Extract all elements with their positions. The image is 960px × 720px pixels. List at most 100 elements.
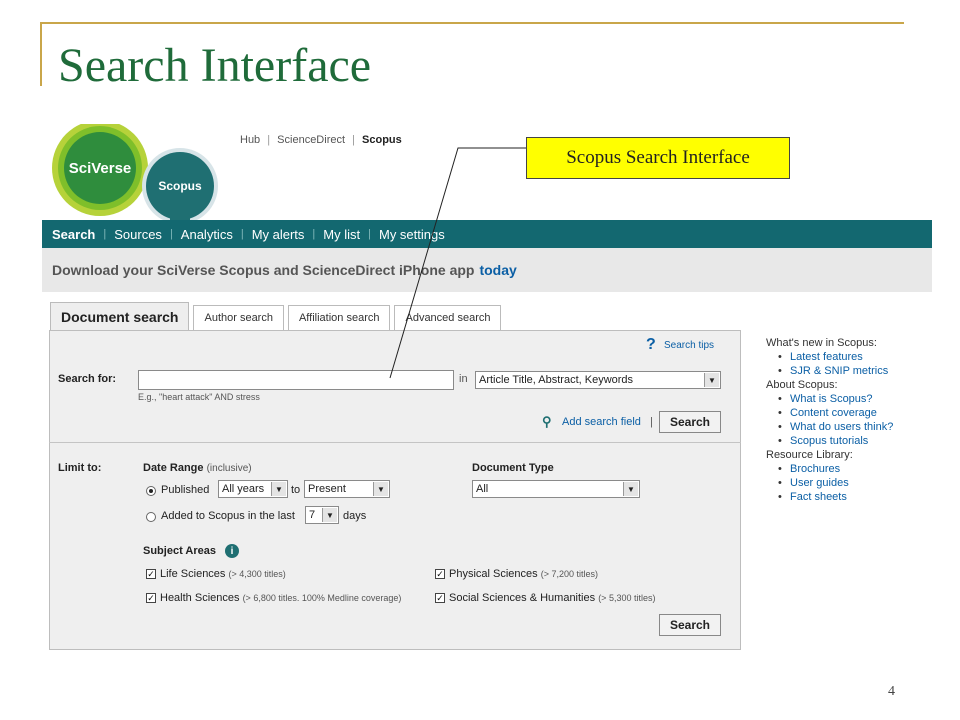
- nav-my-list[interactable]: My list: [323, 227, 360, 242]
- tab-advanced-search[interactable]: Advanced search: [394, 305, 502, 330]
- physical-sciences-label: Physical Sciences (> 7,200 titles): [449, 568, 598, 580]
- nav-search[interactable]: Search: [52, 227, 95, 242]
- slide-frame-top: [40, 22, 904, 24]
- sidebar-link-users-think[interactable]: What do users think?: [766, 420, 930, 434]
- add-search-field-link[interactable]: Add search field: [562, 416, 641, 428]
- sidebar: What's new in Scopus: Latest features SJ…: [766, 336, 930, 504]
- to-label: to: [291, 484, 301, 496]
- sidebar-link-latest-features[interactable]: Latest features: [766, 350, 930, 364]
- tab-affiliation-search[interactable]: Affiliation search: [287, 305, 391, 330]
- nav-separator: |: [312, 228, 316, 240]
- chevron-down-icon: ▼: [271, 482, 286, 496]
- subject-note: (> 5,300 titles): [598, 593, 656, 603]
- sidebar-whats-new-heading: What's new in Scopus:: [766, 337, 877, 349]
- life-sciences-label: Life Sciences (> 4,300 titles): [160, 568, 286, 580]
- search-input[interactable]: [138, 370, 454, 390]
- sidebar-link-sjr-snip[interactable]: SJR & SNIP metrics: [766, 364, 930, 378]
- social-sciences-checkbox[interactable]: ✓: [435, 593, 445, 603]
- sidebar-link-user-guides[interactable]: User guides: [766, 476, 930, 490]
- info-icon[interactable]: i: [225, 544, 239, 558]
- nav-separator: |: [103, 228, 107, 240]
- subject-note: (> 4,300 titles): [228, 569, 286, 579]
- top-link-separator: |: [352, 134, 355, 146]
- search-field-value: Article Title, Abstract, Keywords: [479, 374, 634, 386]
- limit-to-label: Limit to:: [58, 462, 102, 474]
- sciverse-logo[interactable]: SciVerse: [64, 132, 136, 204]
- subject-name: Physical Sciences: [449, 568, 538, 580]
- search-example: E.g., "heart attack" AND stress: [138, 392, 260, 402]
- days-value: 7: [309, 509, 316, 521]
- sidebar-link-what-is-scopus[interactable]: What is Scopus?: [766, 392, 930, 406]
- days-label: days: [343, 510, 367, 522]
- document-type-label: Document Type: [472, 462, 554, 474]
- search-tabs: Document search Author search Affiliatio…: [50, 302, 505, 330]
- to-year-select[interactable]: Present ▼: [304, 480, 390, 498]
- chevron-down-icon: ▼: [322, 508, 337, 522]
- date-range-heading: Date Range (inclusive): [143, 462, 252, 474]
- sidebar-about-heading: About Scopus:: [766, 379, 838, 391]
- chevron-down-icon: ▼: [373, 482, 388, 496]
- date-range-note: (inclusive): [206, 463, 252, 474]
- physical-sciences-checkbox[interactable]: ✓: [435, 569, 445, 579]
- subject-note: (> 6,800 titles. 100% Medline coverage): [242, 593, 402, 603]
- tab-author-search[interactable]: Author search: [193, 305, 284, 330]
- promo-banner: Download your SciVerse Scopus and Scienc…: [42, 248, 932, 292]
- nav-my-settings[interactable]: My settings: [379, 227, 445, 242]
- published-label: Published: [161, 484, 210, 496]
- limits-search-button[interactable]: Search: [659, 614, 721, 636]
- top-links: Hub | ScienceDirect | Scopus: [240, 134, 402, 146]
- slide-title: Search Interface: [58, 39, 372, 92]
- page-number: 4: [888, 684, 895, 699]
- scopus-screenshot: SciVerse Scopus Hub | ScienceDirect | Sc…: [42, 124, 932, 660]
- top-link-separator: |: [267, 134, 271, 146]
- help-icon[interactable]: ?: [646, 336, 656, 354]
- published-radio[interactable]: [146, 486, 156, 496]
- slide-frame-left: [40, 22, 42, 86]
- subject-note: (> 7,200 titles): [540, 569, 598, 579]
- sidebar-link-tutorials[interactable]: Scopus tutorials: [766, 434, 930, 448]
- nav-separator: |: [368, 228, 371, 240]
- top-link-sciencedirect[interactable]: ScienceDirect: [277, 134, 345, 146]
- nav-my-alerts[interactable]: My alerts: [252, 227, 305, 242]
- nav-separator: |: [240, 228, 244, 240]
- subject-name: Life Sciences: [160, 568, 226, 580]
- top-link-scopus[interactable]: Scopus: [362, 134, 402, 146]
- search-button[interactable]: Search: [659, 411, 721, 433]
- nav-analytics[interactable]: Analytics: [181, 227, 233, 242]
- sidebar-link-content-coverage[interactable]: Content coverage: [766, 406, 930, 420]
- promo-text: Download your SciVerse Scopus and Scienc…: [52, 262, 475, 278]
- promo-link[interactable]: today: [479, 262, 516, 278]
- search-tips-link[interactable]: Search tips: [664, 340, 714, 351]
- health-sciences-label: Health Sciences (> 6,800 titles. 100% Me…: [160, 592, 401, 604]
- nav-separator: |: [169, 228, 173, 240]
- search-for-label: Search for:: [58, 373, 117, 385]
- life-sciences-checkbox[interactable]: ✓: [146, 569, 156, 579]
- subject-name: Social Sciences & Humanities: [449, 592, 596, 604]
- to-year-value: Present: [308, 483, 346, 495]
- days-select[interactable]: 7 ▼: [305, 506, 339, 524]
- document-type-select[interactable]: All ▼: [472, 480, 640, 498]
- health-sciences-checkbox[interactable]: ✓: [146, 593, 156, 603]
- in-label: in: [459, 373, 468, 385]
- tab-document-search[interactable]: Document search: [50, 302, 190, 330]
- search-field-select[interactable]: Article Title, Abstract, Keywords ▼: [475, 371, 721, 389]
- document-type-value: All: [476, 483, 489, 495]
- social-sciences-label: Social Sciences & Humanities (> 5,300 ti…: [449, 592, 655, 604]
- sidebar-link-brochures[interactable]: Brochures: [766, 462, 930, 476]
- add-field-separator: |: [650, 416, 653, 428]
- nav-sources[interactable]: Sources: [114, 227, 162, 242]
- top-link-hub[interactable]: Hub: [240, 134, 260, 146]
- subject-areas-label: Subject Areas: [143, 545, 216, 557]
- chevron-down-icon: ▼: [623, 482, 638, 496]
- chevron-down-icon: ▼: [704, 373, 719, 387]
- callout-box: Scopus Search Interface: [526, 137, 790, 179]
- sidebar-link-fact-sheets[interactable]: Fact sheets: [766, 490, 930, 504]
- added-radio[interactable]: [146, 512, 156, 522]
- scopus-logo[interactable]: Scopus: [146, 152, 214, 220]
- sidebar-resources-heading: Resource Library:: [766, 449, 853, 461]
- added-label: Added to Scopus in the last: [161, 510, 295, 522]
- date-range-label: Date Range: [143, 462, 204, 474]
- from-year-select[interactable]: All years ▼: [218, 480, 288, 498]
- main-nav: Search | Sources | Analytics | My alerts…: [42, 220, 932, 248]
- add-field-icon[interactable]: ⚲: [542, 414, 552, 430]
